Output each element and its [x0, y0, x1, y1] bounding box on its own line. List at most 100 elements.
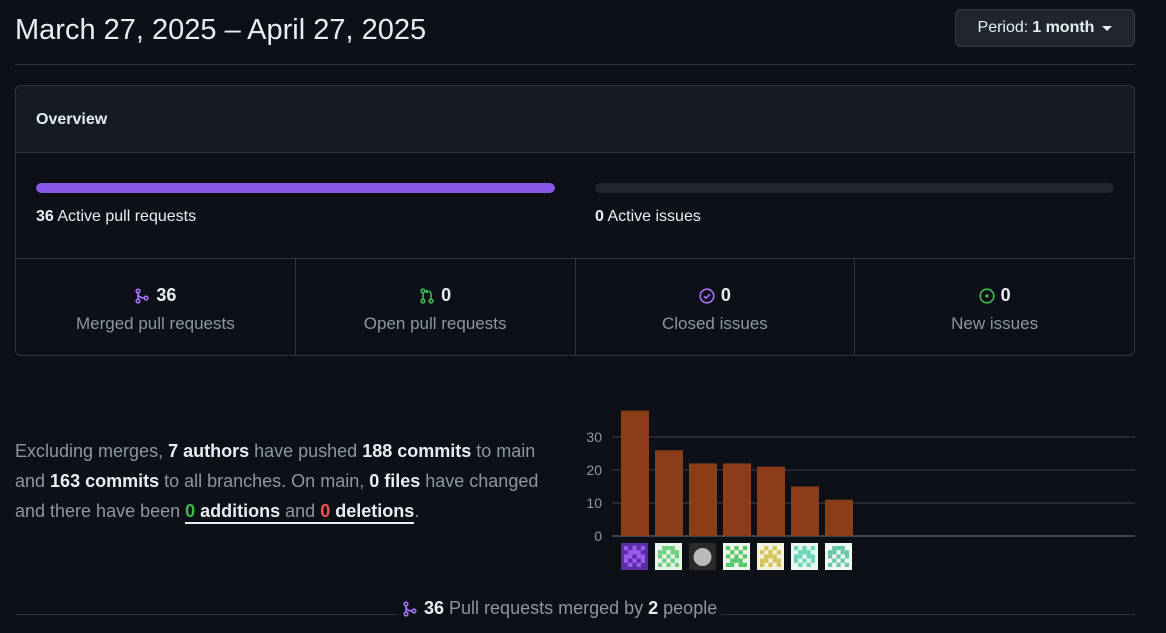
active-pr-count: 36 — [36, 208, 54, 225]
overview-panel: Overview 36 Active pull requests 0 Activ… — [15, 85, 1135, 356]
avatar-pixel — [734, 558, 739, 563]
avatar-7[interactable] — [825, 543, 852, 570]
avatar-pixel — [806, 562, 811, 567]
active-issues-label[interactable]: 0 Active issues — [595, 208, 1114, 226]
avatar-pixel — [726, 562, 731, 567]
chart-bar[interactable] — [621, 410, 649, 536]
avatar-pixel — [670, 558, 675, 563]
summary-text: and — [280, 501, 321, 521]
avatar-2[interactable] — [655, 543, 682, 570]
avatar-pixel — [828, 550, 833, 555]
stat-new-issues[interactable]: 0 New issues — [855, 259, 1134, 355]
avatar-pixel — [666, 546, 671, 551]
avatar-pixel — [810, 558, 815, 563]
stat-closed-issues[interactable]: 0 Closed issues — [576, 259, 856, 355]
avatar-pixel — [772, 546, 777, 551]
avatar-pixel — [768, 562, 773, 567]
avatar-4[interactable] — [723, 543, 750, 570]
avatar-3[interactable] — [689, 543, 716, 570]
diff-stats-link[interactable]: 0 additions and 0 deletions — [185, 501, 415, 524]
avatar-pixel — [794, 558, 799, 563]
avatar-pixel — [836, 546, 841, 551]
authors-count: 7 authors — [168, 441, 250, 461]
chart-bar[interactable] — [689, 463, 717, 536]
active-issues-progress — [595, 183, 1114, 193]
avatar-pixel — [768, 550, 773, 555]
avatar-pixel — [674, 550, 679, 555]
avatar-pixel — [636, 550, 641, 555]
summary-text: . — [414, 501, 420, 521]
avatar-pixel — [674, 562, 679, 567]
avatar-6[interactable] — [791, 543, 818, 570]
avatar-pixel — [840, 550, 845, 555]
chart-bar[interactable] — [791, 486, 819, 537]
active-pr-label[interactable]: 36 Active pull requests — [36, 208, 555, 226]
avatar-pixel — [670, 546, 675, 551]
active-issues-count: 0 — [595, 208, 604, 225]
avatar-5[interactable] — [757, 543, 784, 570]
avatar-pixel — [760, 550, 765, 555]
avatar-pixel — [802, 546, 807, 551]
avatar-pixel — [628, 554, 633, 559]
avatar-pixel — [730, 558, 735, 563]
files-count: 0 files — [369, 471, 421, 491]
caret-down-icon — [1102, 25, 1113, 31]
chart-bar[interactable] — [655, 450, 683, 536]
avatar-pixel — [836, 554, 841, 559]
summary-text: Excluding merges, — [15, 441, 169, 461]
avatar-pixel — [810, 554, 815, 559]
chart-bar[interactable] — [757, 466, 785, 536]
overview-header: Overview — [16, 86, 1134, 153]
avatar-pixel — [810, 546, 815, 551]
avatar-pixel — [802, 550, 807, 555]
footer-people-count: 2 — [648, 598, 659, 618]
avatar-pixel — [632, 550, 637, 555]
merged-prs-value: 36 — [156, 285, 177, 305]
avatar-pixel — [802, 558, 807, 563]
avatar-pixel — [742, 562, 747, 567]
active-pr-progress-fill — [36, 183, 555, 193]
avatar-pixel — [738, 550, 743, 555]
merged-pr-icon — [135, 287, 149, 304]
avatar-1[interactable] — [621, 543, 648, 570]
merged-pr-icon — [403, 600, 417, 617]
avatar-pixel — [840, 558, 845, 563]
period-prefix: Period: — [977, 19, 1029, 36]
avatar-pixel — [832, 558, 837, 563]
avatar-pixel — [844, 554, 849, 559]
avatar-pixel — [666, 562, 671, 567]
period-dropdown-button[interactable]: Period: 1 month — [955, 9, 1135, 47]
active-pr-section[interactable]: 36 Active pull requests — [36, 183, 555, 226]
chart-y-tick-label: 20 — [586, 462, 602, 478]
chart-bar[interactable] — [825, 499, 853, 536]
active-pr-text: Active pull requests — [57, 208, 197, 225]
avatar-pixel — [726, 554, 731, 559]
stats-row: 36 Merged pull requests 0 Open pull requ… — [16, 259, 1134, 355]
avatar-face — [693, 548, 712, 566]
chart-y-tick-label: 0 — [594, 528, 602, 544]
chart-bar[interactable] — [723, 463, 751, 536]
stat-merged-prs[interactable]: 36 Merged pull requests — [16, 259, 296, 355]
avatar-pixel — [624, 546, 629, 551]
avatar-pixel — [658, 562, 663, 567]
avatar-pixel — [636, 554, 641, 559]
active-issues-section[interactable]: 0 Active issues — [595, 183, 1114, 226]
avatar-pixel — [726, 546, 731, 551]
closed-issues-value: 0 — [720, 285, 731, 305]
avatar-pixel — [836, 562, 841, 567]
avatar-pixel — [768, 554, 773, 559]
chart-y-tick-label: 10 — [586, 495, 602, 511]
avatar-pixel — [806, 550, 811, 555]
avatar-pixel — [734, 554, 739, 559]
stat-open-prs[interactable]: 0 Open pull requests — [296, 259, 576, 355]
avatar-pixel — [636, 562, 641, 567]
commits-main-count: 188 commits — [362, 441, 472, 461]
avatar-pixel — [730, 550, 735, 555]
avatar-pixel — [640, 546, 645, 551]
closed-issues-label: Closed issues — [661, 314, 768, 333]
page-title: March 27, 2025 – April 27, 2025 — [15, 14, 427, 46]
avatar-pixel — [776, 550, 781, 555]
footer-text: Pull requests merged by — [444, 598, 649, 618]
new-issues-value: 0 — [1000, 285, 1011, 305]
avatar-pixel — [776, 562, 781, 567]
